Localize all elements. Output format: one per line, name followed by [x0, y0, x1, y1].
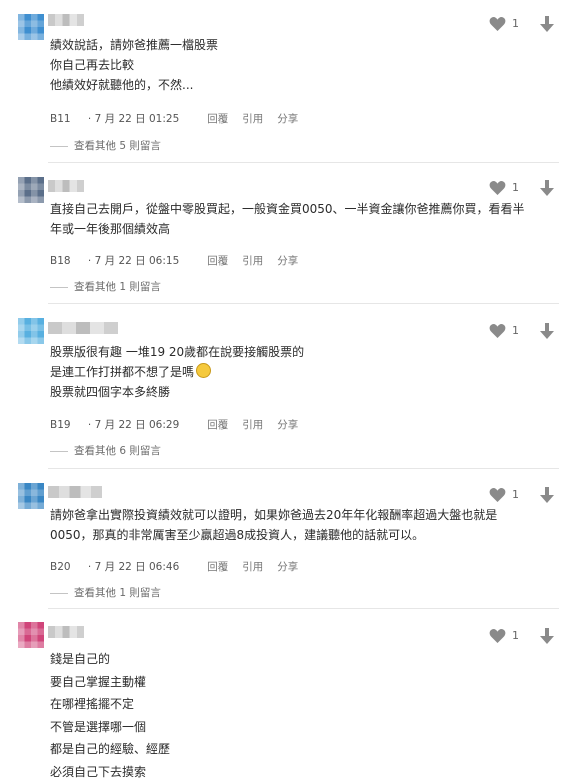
- comment-meta: B20 · 7 月 22 日 06:46 回覆 引用 分享: [50, 559, 312, 574]
- downvote-button[interactable]: [540, 16, 554, 36]
- downvote-button[interactable]: [540, 487, 554, 507]
- reply-button[interactable]: 回覆: [207, 419, 228, 431]
- divider: [48, 162, 559, 163]
- author-name-blurred[interactable]: [48, 14, 84, 26]
- author-name-blurred[interactable]: [48, 180, 84, 192]
- comment-body: 請妳爸拿出實際投資績效就可以證明，如果妳爸過去20年年化報酬率超過大盤也就是 0…: [50, 508, 498, 542]
- comment-body: 績效說話，請妳爸推薦一檔股票 你自己再去比較 他績效好就聽他的，不然...: [50, 38, 219, 92]
- divider: [48, 303, 559, 304]
- quote-button[interactable]: 引用: [242, 255, 263, 267]
- like-button[interactable]: 1: [489, 16, 519, 31]
- view-more-replies[interactable]: 查看其他 1 則留言: [50, 279, 161, 294]
- arrow-down-icon: [540, 16, 554, 32]
- comment-body: 股票版很有趣 一堆19 20歲都在說要接觸股票的 是連工作打拼都不想了是嗎 股票…: [50, 345, 305, 399]
- like-count: 1: [512, 324, 519, 337]
- like-count: 1: [512, 629, 519, 642]
- reply-button[interactable]: 回覆: [207, 561, 228, 573]
- quote-button[interactable]: 引用: [242, 419, 263, 431]
- avatar[interactable]: [18, 177, 44, 203]
- quote-button[interactable]: 引用: [242, 113, 263, 125]
- heart-icon: [489, 488, 506, 502]
- comment-meta: B19 · 7 月 22 日 06:29 回覆 引用 分享: [50, 417, 312, 432]
- reply-button[interactable]: 回覆: [207, 255, 228, 267]
- share-button[interactable]: 分享: [277, 419, 298, 431]
- share-button[interactable]: 分享: [277, 113, 298, 125]
- avatar[interactable]: [18, 483, 44, 509]
- author-name-blurred[interactable]: [48, 322, 118, 334]
- reply-button[interactable]: 回覆: [207, 113, 228, 125]
- heart-icon: [489, 324, 506, 338]
- author-name-blurred[interactable]: [48, 486, 102, 498]
- like-button[interactable]: 1: [489, 628, 519, 643]
- view-more-replies[interactable]: 查看其他 5 則留言: [50, 138, 161, 153]
- avatar[interactable]: [18, 622, 44, 648]
- like-button[interactable]: 1: [489, 487, 519, 502]
- comment-meta: B18 · 7 月 22 日 06:15 回覆 引用 分享: [50, 253, 312, 268]
- floor-date: B20 · 7 月 22 日 06:46: [50, 561, 180, 573]
- like-button[interactable]: 1: [489, 180, 519, 195]
- arrow-down-icon: [540, 323, 554, 339]
- downvote-button[interactable]: [540, 323, 554, 343]
- like-count: 1: [512, 181, 519, 194]
- view-more-replies[interactable]: 查看其他 6 則留言: [50, 443, 161, 458]
- like-count: 1: [512, 17, 519, 30]
- comment-meta: B11 · 7 月 22 日 01:25 回覆 引用 分享: [50, 111, 312, 126]
- quote-button[interactable]: 引用: [242, 561, 263, 573]
- view-more-replies[interactable]: 查看其他 1 則留言: [50, 585, 161, 600]
- like-button[interactable]: 1: [489, 323, 519, 338]
- rolling-laugh-emoji-icon: [196, 363, 212, 378]
- heart-icon: [489, 181, 506, 195]
- heart-icon: [489, 629, 506, 643]
- avatar[interactable]: [18, 318, 44, 344]
- arrow-down-icon: [540, 628, 554, 644]
- heart-icon: [489, 17, 506, 31]
- comment-body: 直接自己去開戶，從盤中零股買起，一般資金買0050、一半資金讓你爸推薦你買，看看…: [50, 202, 525, 236]
- floor-date: B19 · 7 月 22 日 06:29: [50, 419, 180, 431]
- avatar[interactable]: [18, 14, 44, 40]
- share-button[interactable]: 分享: [277, 561, 298, 573]
- downvote-button[interactable]: [540, 628, 554, 648]
- arrow-down-icon: [540, 180, 554, 196]
- divider: [48, 608, 559, 609]
- downvote-button[interactable]: [540, 180, 554, 200]
- share-button[interactable]: 分享: [277, 255, 298, 267]
- floor-date: B11 · 7 月 22 日 01:25: [50, 113, 180, 125]
- author-name-blurred[interactable]: [48, 626, 84, 638]
- comment-body: 錢是自己的 要自己掌握主動權 在哪裡搖擺不定 不管是選擇哪一個 都是自己的經驗、…: [50, 652, 171, 779]
- arrow-down-icon: [540, 487, 554, 503]
- divider: [48, 468, 559, 469]
- floor-date: B18 · 7 月 22 日 06:15: [50, 255, 180, 267]
- like-count: 1: [512, 488, 519, 501]
